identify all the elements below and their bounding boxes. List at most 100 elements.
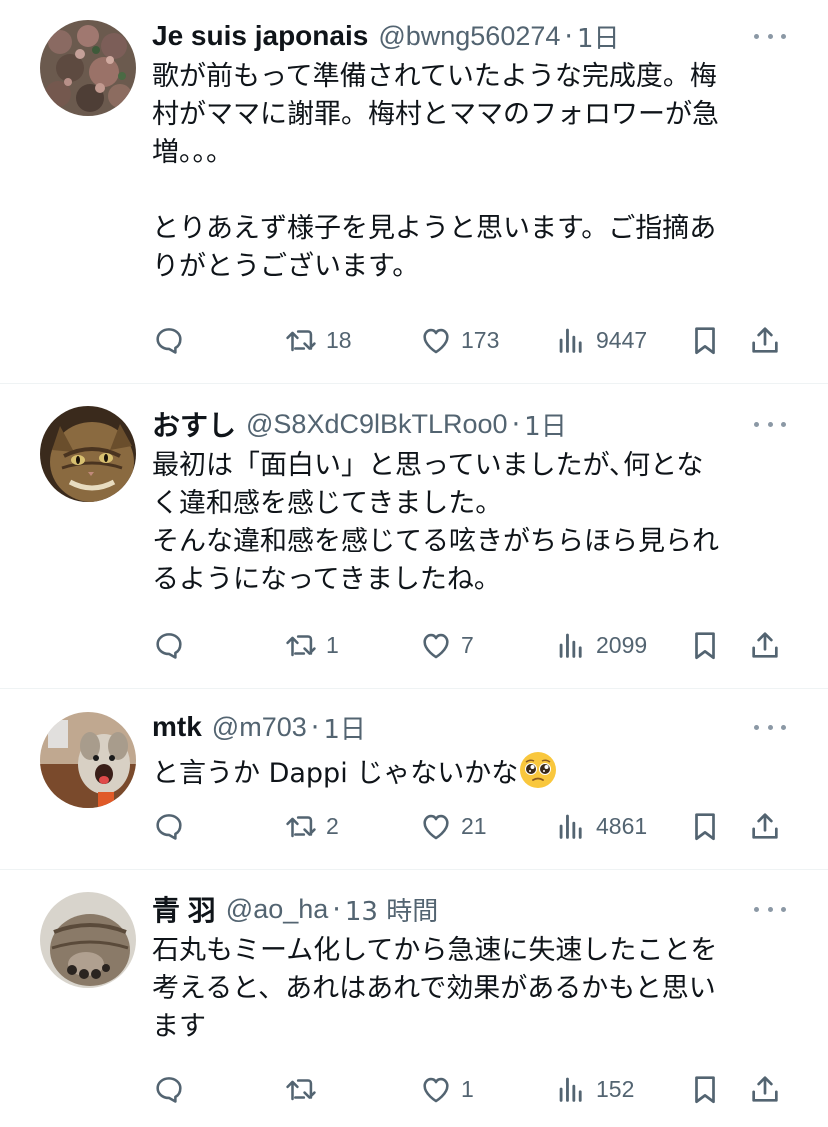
tweet-header: おすし @S8XdC9lBkTLRoo0 · 1日 xyxy=(152,404,567,444)
text-line: ます xyxy=(152,1011,206,1042)
view-count: 9447 xyxy=(596,326,648,353)
more-options-icon[interactable] xyxy=(754,721,786,733)
bookmark-button[interactable] xyxy=(688,806,722,846)
retweet-count: 18 xyxy=(326,326,352,353)
timestamp[interactable]: 13 時間 xyxy=(345,891,438,928)
views-icon xyxy=(559,633,582,658)
share-button[interactable] xyxy=(748,1069,782,1109)
avatar[interactable] xyxy=(40,406,136,502)
like-button[interactable]: 1 xyxy=(419,1069,474,1109)
more-options-icon[interactable] xyxy=(754,418,786,430)
heart-icon xyxy=(423,633,449,659)
reply-button[interactable] xyxy=(152,806,186,846)
bookmark-icon xyxy=(695,813,715,841)
dog-avatar-icon xyxy=(40,712,136,808)
action-bar: 18 173 9447 xyxy=(152,320,792,360)
text-line: とりあえず様子を見ようと思います。ご指摘あ xyxy=(152,213,717,244)
more-options-icon[interactable] xyxy=(754,903,786,915)
retweet-button[interactable]: 2 xyxy=(284,806,339,846)
display-name[interactable]: おすし xyxy=(152,404,236,444)
separator: · xyxy=(332,893,341,925)
view-count: 152 xyxy=(596,1075,635,1102)
views-button[interactable]: 4861 xyxy=(554,806,647,846)
display-name[interactable]: mtk xyxy=(152,711,202,743)
reply-icon xyxy=(156,328,182,354)
tweet[interactable]: mtk @m703 · 1日 と言うか Dappi じゃないかな 2 21 48… xyxy=(0,689,828,869)
share-button[interactable] xyxy=(748,320,782,360)
timestamp[interactable]: 1日 xyxy=(577,18,620,55)
retweet-icon xyxy=(286,330,316,352)
text-line: く違和感を感じてきました。 xyxy=(152,488,503,519)
text-line: 歌が前もって準備されていたような完成度。梅 xyxy=(152,61,717,92)
retweet-button[interactable] xyxy=(284,1069,318,1109)
display-name[interactable]: Je suis japonais xyxy=(152,20,368,52)
tweet-text: 石丸もミーム化してから急速に失速したことを 考えると、あれはあれで効果があるかも… xyxy=(152,932,792,1046)
avatar[interactable] xyxy=(40,20,136,116)
bookmark-icon xyxy=(695,632,715,660)
text-line: りがとうございます。 xyxy=(152,251,420,282)
user-handle[interactable]: @bwng560274 xyxy=(378,21,560,52)
retweet-count: 1 xyxy=(326,631,339,658)
bookmark-button[interactable] xyxy=(688,625,722,665)
user-handle[interactable]: @S8XdC9lBkTLRoo0 xyxy=(246,409,508,440)
reply-button[interactable] xyxy=(152,625,186,665)
retweet-icon xyxy=(286,1079,316,1101)
share-icon xyxy=(752,632,778,658)
tweet-text: 最初は「面白い」と思っていましたが､何とな く違和感を感じてきました。 そんな違… xyxy=(152,447,792,599)
reply-icon xyxy=(156,814,182,840)
views-icon xyxy=(559,1077,582,1102)
views-button[interactable]: 9447 xyxy=(554,320,647,360)
views-icon xyxy=(559,814,582,839)
user-handle[interactable]: @ao_ha xyxy=(226,894,329,925)
share-button[interactable] xyxy=(748,625,782,665)
heart-icon xyxy=(423,328,449,354)
avatar[interactable] xyxy=(40,892,136,988)
timestamp[interactable]: 1日 xyxy=(323,709,366,746)
timestamp[interactable]: 1日 xyxy=(524,406,567,443)
text-line xyxy=(152,172,792,210)
retweet-icon xyxy=(286,816,316,838)
cat-paw-avatar-icon xyxy=(40,892,136,988)
bookmark-icon xyxy=(695,327,715,355)
tweet-text: と言うか Dappi じゃないかな xyxy=(152,750,792,789)
like-count: 7 xyxy=(461,631,474,658)
text-line-content: と言うか Dappi じゃないかな xyxy=(152,758,519,789)
share-button[interactable] xyxy=(748,806,782,846)
more-options-icon[interactable] xyxy=(754,30,786,42)
like-count: 173 xyxy=(461,326,500,353)
share-icon xyxy=(752,327,778,353)
display-name[interactable]: 青 羽 xyxy=(152,889,216,929)
tweet[interactable]: 青 羽 @ao_ha · 13 時間 石丸もミーム化してから急速に失速したことを… xyxy=(0,870,828,1127)
bookmark-button[interactable] xyxy=(688,320,722,360)
pleading-face-emoji-icon xyxy=(520,752,557,788)
separator: · xyxy=(564,20,573,52)
like-button[interactable]: 173 xyxy=(419,320,499,360)
cat-avatar-icon xyxy=(40,406,136,502)
text-line: 村がママに謝罪。梅村とママのフォロワーが急 xyxy=(152,99,719,130)
avatar[interactable] xyxy=(40,712,136,808)
action-bar: 2 21 4861 xyxy=(152,806,792,846)
bookmark-button[interactable] xyxy=(688,1069,722,1109)
like-button[interactable]: 21 xyxy=(419,806,487,846)
tweet[interactable]: Je suis japonais @bwng560274 · 1日 歌が前もって… xyxy=(0,0,828,383)
like-button[interactable]: 7 xyxy=(419,625,474,665)
view-count: 2099 xyxy=(596,631,648,658)
flowers-avatar-icon xyxy=(40,20,136,116)
like-count: 1 xyxy=(461,1075,474,1102)
action-bar: 1 152 xyxy=(152,1069,792,1109)
tweet-header: mtk @m703 · 1日 xyxy=(152,707,366,747)
views-button[interactable]: 152 xyxy=(554,1069,634,1109)
share-icon xyxy=(752,1076,778,1102)
reply-button[interactable] xyxy=(152,1069,186,1109)
retweet-button[interactable]: 1 xyxy=(284,625,339,665)
views-icon xyxy=(559,328,582,353)
share-icon xyxy=(752,813,778,839)
retweet-button[interactable]: 18 xyxy=(284,320,352,360)
reply-button[interactable] xyxy=(152,320,186,360)
tweet[interactable]: おすし @S8XdC9lBkTLRoo0 · 1日 最初は「面白い」と思っていま… xyxy=(0,384,828,688)
user-handle[interactable]: @m703 xyxy=(212,712,307,743)
tweet-header: 青 羽 @ao_ha · 13 時間 xyxy=(152,889,438,929)
reply-feed: Je suis japonais @bwng560274 · 1日 歌が前もって… xyxy=(0,0,828,1127)
views-button[interactable]: 2099 xyxy=(554,625,647,665)
retweet-count: 2 xyxy=(326,812,339,839)
